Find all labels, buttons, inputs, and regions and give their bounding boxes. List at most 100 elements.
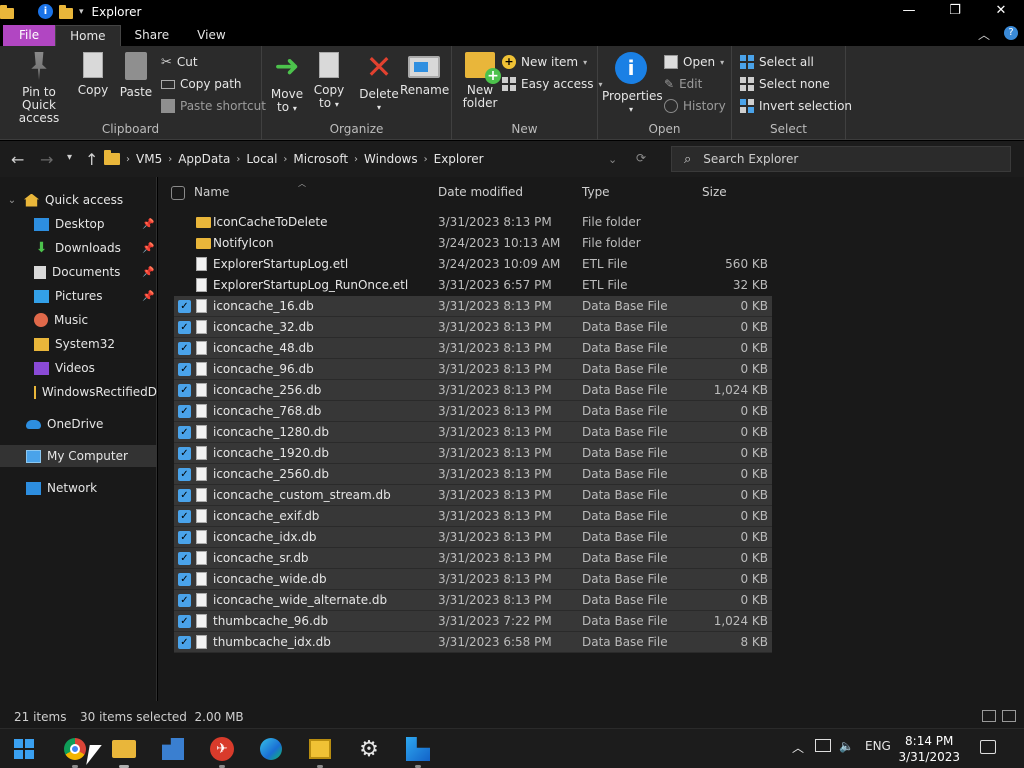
file-row[interactable]: ✓ iconcache_exif.db 3/31/2023 8:13 PM Data …	[174, 506, 772, 527]
file-row[interactable]: ExplorerStartupLog.etl 3/24/2023 10:09 AM…	[174, 254, 772, 275]
refresh-icon[interactable]: ⟳	[636, 151, 646, 165]
clock[interactable]: 8:14 PM 3/31/2023	[898, 733, 960, 765]
file-row[interactable]: ✓ iconcache_1280.db 3/31/2023 8:13 PM Data …	[174, 422, 772, 443]
row-checkbox[interactable]: ✓	[178, 384, 191, 397]
move-to-button[interactable]: ➜ Move to ▾	[268, 52, 306, 115]
select-all-button[interactable]: Select all	[740, 53, 814, 71]
new-item-button[interactable]: + New item ▾	[502, 53, 587, 71]
easy-access-button[interactable]: Easy access ▾	[502, 75, 603, 93]
file-row[interactable]: ✓ thumbcache_idx.db 3/31/2023 6:58 PM Data …	[174, 632, 772, 653]
row-checkbox[interactable]: ✓	[178, 447, 191, 460]
history-button[interactable]: History	[664, 97, 726, 115]
column-header-date[interactable]: Date modified	[438, 185, 523, 203]
edit-button[interactable]: ✎ Edit	[664, 75, 702, 93]
breadcrumb-local[interactable]: Local	[246, 152, 277, 166]
row-checkbox[interactable]: ✓	[178, 426, 191, 439]
file-row[interactable]: ✓ iconcache_768.db 3/31/2023 8:13 PM Data B…	[174, 401, 772, 422]
row-checkbox[interactable]: ✓	[178, 363, 191, 376]
maximize-button[interactable]: ❐	[932, 0, 978, 23]
nav-network[interactable]: Network	[0, 477, 157, 499]
file-row[interactable]: ✓ iconcache_wide.db 3/31/2023 8:13 PM Data …	[174, 569, 772, 590]
nav-onedrive[interactable]: OneDrive	[0, 413, 157, 435]
file-row[interactable]: NotifyIcon 3/24/2023 10:13 AM File folder	[174, 233, 772, 254]
taskbar-blue-app[interactable]	[404, 735, 432, 768]
nav-system32[interactable]: System32	[0, 333, 157, 355]
row-checkbox[interactable]: ✓	[178, 552, 191, 565]
volume-icon[interactable]: 🔈	[839, 739, 854, 753]
file-row[interactable]: ✓ iconcache_1920.db 3/31/2023 8:13 PM Data …	[174, 443, 772, 464]
network-status-icon[interactable]	[815, 739, 831, 752]
details-view-icon[interactable]	[982, 710, 996, 722]
nav-my-computer[interactable]: My Computer	[0, 445, 157, 467]
expand-chevron-icon[interactable]: ⌄	[6, 195, 18, 206]
tab-share[interactable]: Share	[121, 25, 184, 46]
pin-to-quick-access-button[interactable]: Pin to Quick access	[6, 52, 72, 125]
row-checkbox[interactable]: ✓	[178, 405, 191, 418]
recent-locations-chevron-icon[interactable]: ▾	[67, 152, 72, 163]
language-indicator[interactable]: ENG	[865, 739, 891, 753]
file-row[interactable]: ✓ thumbcache_96.db 3/31/2023 7:22 PM Data B…	[174, 611, 772, 632]
select-all-checkbox[interactable]	[171, 186, 185, 200]
paste-button[interactable]: Paste	[118, 52, 154, 99]
breadcrumb-separator-icon[interactable]: ›	[354, 154, 358, 165]
file-row[interactable]: ✓ iconcache_96.db 3/31/2023 8:13 PM Data Ba…	[174, 359, 772, 380]
collapse-ribbon-chevron-icon[interactable]: ︿	[978, 26, 990, 43]
address-bar[interactable]: › VM5 › AppData › Local › Microsoft › Wi…	[104, 146, 657, 172]
large-icons-view-icon[interactable]	[1002, 710, 1016, 722]
taskbar-yellow-app[interactable]	[306, 735, 334, 768]
copy-button[interactable]: Copy	[76, 52, 110, 97]
rename-button[interactable]: Rename	[400, 52, 449, 97]
nav-music[interactable]: Music	[0, 309, 157, 331]
minimize-button[interactable]: —	[886, 0, 932, 23]
nav-desktop[interactable]: Desktop 📌	[0, 213, 157, 235]
nav-downloads[interactable]: ⬇ Downloads 📌	[0, 237, 157, 259]
row-checkbox[interactable]: ✓	[178, 342, 191, 355]
row-checkbox[interactable]: ✓	[178, 615, 191, 628]
row-checkbox[interactable]: ✓	[178, 468, 191, 481]
properties-quick-icon[interactable]: i	[38, 4, 53, 19]
show-hidden-icons-chevron-icon[interactable]: ︿	[792, 739, 804, 756]
tab-view[interactable]: View	[183, 25, 239, 46]
taskbar-file-explorer[interactable]	[110, 735, 138, 768]
file-row[interactable]: ✓ iconcache_sr.db 3/31/2023 8:13 PM Data Ba…	[174, 548, 772, 569]
breadcrumb-separator-icon[interactable]: ›	[168, 154, 172, 165]
taskbar-red-app[interactable]: ✈	[208, 735, 236, 768]
row-checkbox[interactable]: ✓	[178, 594, 191, 607]
taskbar-app-tiles[interactable]	[159, 735, 187, 763]
row-checkbox[interactable]: ✓	[178, 573, 191, 586]
file-row[interactable]: ✓ iconcache_wide_alternate.db 3/31/2023 8:…	[174, 590, 772, 611]
breadcrumb-explorer[interactable]: Explorer	[434, 152, 484, 166]
close-button[interactable]: ✕	[978, 0, 1024, 23]
file-row[interactable]: IconCacheToDelete 3/31/2023 8:13 PM File f…	[174, 212, 772, 233]
row-checkbox[interactable]: ✓	[178, 300, 191, 313]
invert-selection-button[interactable]: Invert selection	[740, 97, 852, 115]
file-row[interactable]: ExplorerStartupLog_RunOnce.etl 3/31/2023 …	[174, 275, 772, 296]
breadcrumb-vm5[interactable]: VM5	[136, 152, 162, 166]
tab-home[interactable]: Home	[55, 25, 121, 46]
tab-file[interactable]: File	[3, 25, 56, 46]
taskbar-chrome[interactable]	[61, 735, 89, 768]
delete-button[interactable]: ✕ Delete ▾	[358, 51, 400, 114]
properties-button[interactable]: i Properties ▾	[602, 52, 663, 116]
start-button[interactable]	[10, 735, 38, 763]
row-checkbox[interactable]: ✓	[178, 489, 191, 502]
column-header-name[interactable]: Name ︿	[194, 179, 306, 203]
file-row[interactable]: ✓ iconcache_16.db 3/31/2023 8:13 PM Data Ba…	[174, 296, 772, 317]
breadcrumb-separator-icon[interactable]: ›	[126, 154, 130, 165]
file-row[interactable]: ✓ iconcache_2560.db 3/31/2023 8:13 PM Data …	[174, 464, 772, 485]
copy-to-button[interactable]: Copy to ▾	[310, 52, 348, 111]
file-row[interactable]: ✓ iconcache_32.db 3/31/2023 8:13 PM Data Ba…	[174, 317, 772, 338]
breadcrumb-separator-icon[interactable]: ›	[236, 154, 240, 165]
breadcrumb-separator-icon[interactable]: ›	[283, 154, 287, 165]
new-folder-quick-icon[interactable]	[59, 5, 73, 19]
nav-windowsrectified[interactable]: WindowsRectifiedD	[0, 381, 157, 403]
up-arrow-icon[interactable]: ↑	[85, 150, 98, 169]
file-row[interactable]: ✓ iconcache_idx.db 3/31/2023 8:13 PM Data B…	[174, 527, 772, 548]
breadcrumb-separator-icon[interactable]: ›	[424, 154, 428, 165]
row-checkbox[interactable]: ✓	[178, 321, 191, 334]
row-checkbox[interactable]: ✓	[178, 510, 191, 523]
back-arrow-icon[interactable]: ←	[11, 150, 24, 169]
breadcrumb-appdata[interactable]: AppData	[178, 152, 230, 166]
new-folder-button[interactable]: New folder	[460, 52, 501, 110]
row-checkbox[interactable]: ✓	[178, 531, 191, 544]
